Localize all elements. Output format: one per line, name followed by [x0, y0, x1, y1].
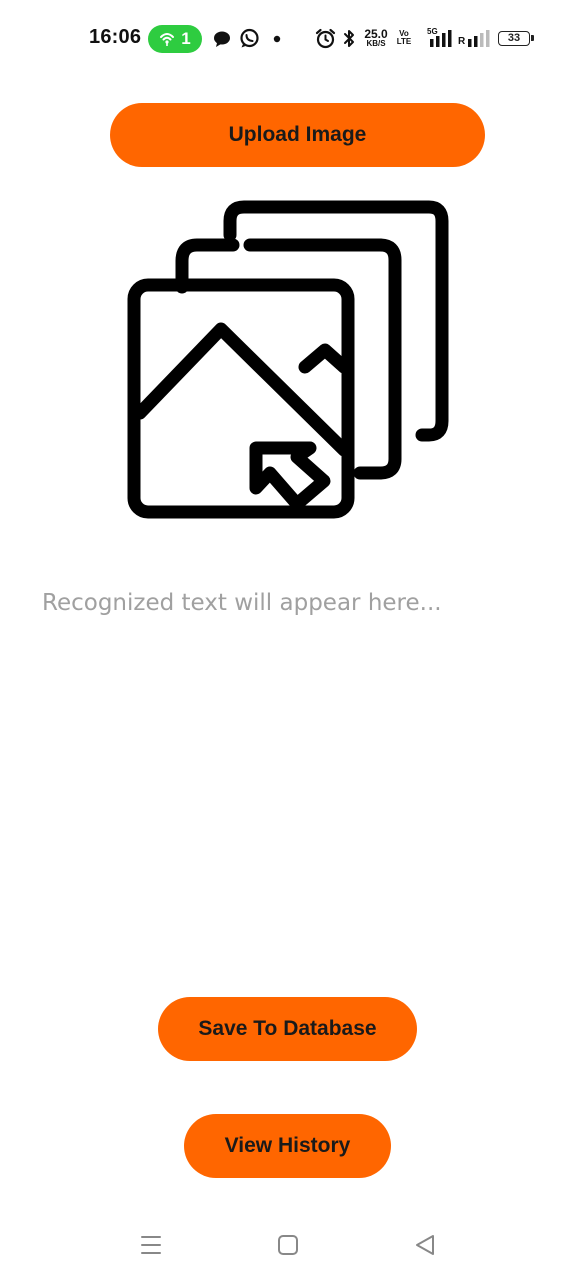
bluetooth-icon	[344, 30, 354, 47]
whatsapp-icon	[240, 28, 259, 48]
network-speed-unit: KB/S	[366, 39, 386, 48]
alarm-icon	[315, 28, 336, 49]
recognized-text: Recognized text will appear here...	[42, 590, 442, 616]
hotspot-count: 1	[181, 29, 191, 48]
app-screen: 16:06 1 25.0 KB/S Vo LTE 5G R 33 Upload …	[0, 0, 576, 1280]
signal-icon	[430, 30, 452, 47]
status-bar: 16:06 1 25.0 KB/S Vo LTE 5G R 33	[0, 0, 576, 78]
menu-icon[interactable]	[140, 1234, 162, 1256]
chat-bubble-icon	[214, 31, 230, 47]
hotspot-icon	[160, 33, 175, 46]
battery-level: 33	[507, 32, 521, 44]
notification-dot-icon	[273, 35, 281, 43]
save-to-database-button[interactable]: Save To Database	[158, 997, 417, 1061]
back-icon[interactable]	[414, 1234, 436, 1256]
battery-icon: 33	[498, 31, 534, 46]
signal-weak-icon	[468, 30, 490, 47]
status-time: 16:06	[89, 26, 142, 48]
image-upload-icon	[127, 200, 449, 519]
navigation-bar	[0, 1210, 576, 1280]
hotspot-badge: 1	[148, 25, 202, 53]
upload-image-button[interactable]: Upload Image	[110, 103, 485, 167]
network-speed: 25.0 KB/S	[361, 28, 391, 48]
volte-indicator: Vo LTE	[393, 30, 415, 46]
home-icon[interactable]	[277, 1234, 299, 1256]
view-history-button[interactable]: View History	[184, 1114, 391, 1178]
volte-bottom: LTE	[396, 37, 412, 46]
